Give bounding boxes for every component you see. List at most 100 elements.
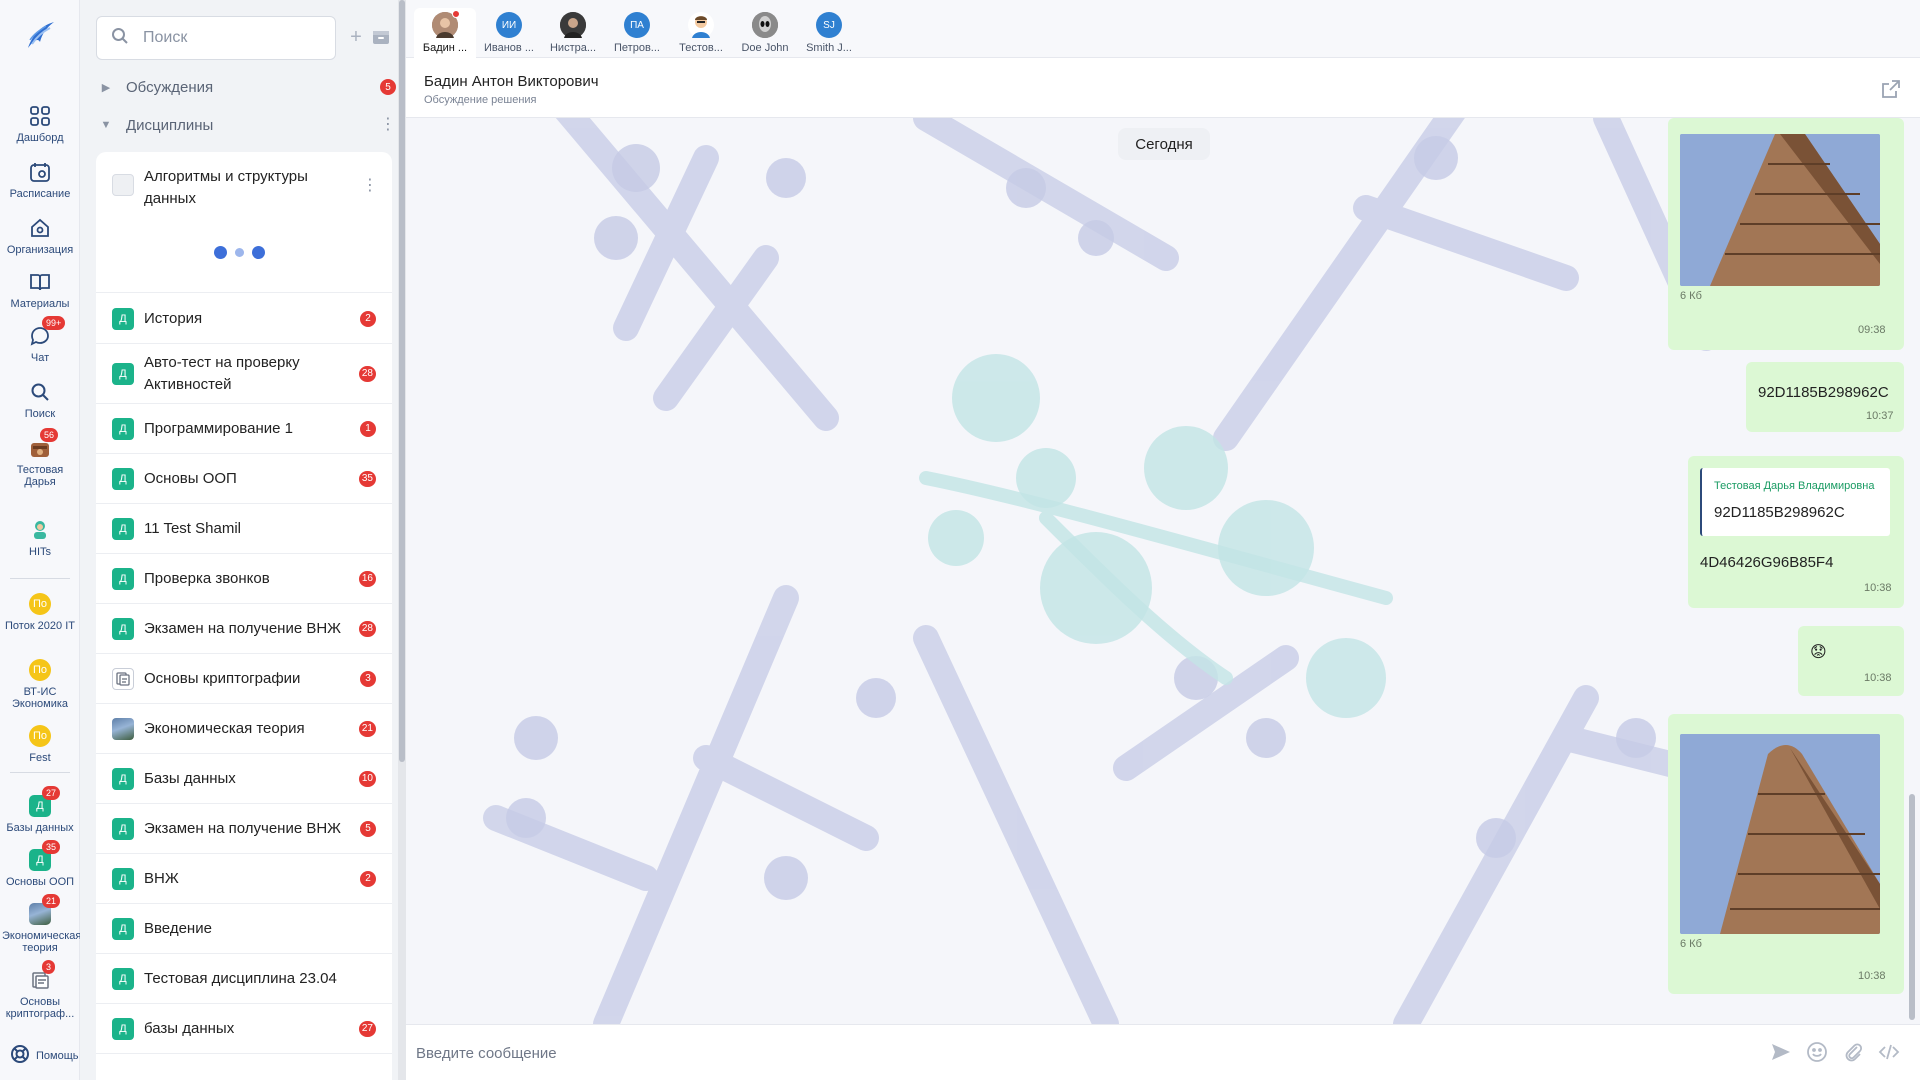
rail-item-schedule[interactable]: Расписание [0,160,80,200]
open-external-icon[interactable] [1880,78,1902,100]
stream-icon: По [28,658,52,682]
list-item[interactable]: Д Основы ООП 35 [96,454,392,504]
message-image-bubble[interactable]: 6 Кб 09:38 [1668,118,1904,350]
group-discussions[interactable]: ▶ Обсуждения 5 [96,72,396,102]
rail-label: Fest [29,752,51,764]
rail-item-materials[interactable]: Материалы [0,270,80,310]
rail-label: Тестовая Дарья [16,464,64,488]
discipline-badge: 35 [42,840,61,854]
discipline-icon: Д [112,917,134,940]
unread-badge: 1 [360,420,376,437]
profile-avatar-icon: 56 [28,428,59,460]
list-item[interactable]: Д Экзамен на получение ВНЖ 28 [96,604,392,654]
group-disciplines[interactable]: ▼ Дисциплины ⋮ [96,110,396,140]
discipline-icon: Д [112,417,134,440]
discipline-badge: 27 [42,786,61,800]
scrollbar-thumb[interactable] [399,0,405,762]
tab-label: Нистра... [549,42,597,54]
quoted-message[interactable]: Тестовая Дарья Владимировна 92D1185B2989… [1700,468,1890,536]
rail-item-oop[interactable]: Д 35 Основы ООП [0,840,80,888]
unread-badge: 16 [358,570,376,587]
rail-item-stream-2020[interactable]: По Поток 2020 IT [0,592,80,632]
rail-item-organization[interactable]: Организация [0,216,80,256]
message-emoji-bubble[interactable]: 😟 10:38 [1798,626,1904,696]
unread-badge: 28 [358,620,376,637]
chat-list-panel: Поиск + ▶ Обсуждения 5 ▼ Дисциплины ⋮ Ал… [80,0,406,1080]
rail-label: Поиск [24,408,56,420]
rail-item-vt-is[interactable]: По ВТ-ИС Экономика [0,658,80,710]
attach-icon[interactable] [1842,1041,1866,1065]
list-scrollbar[interactable] [398,0,406,1080]
tab-badin[interactable]: Бадин ... [414,8,476,58]
rail-divider [10,772,70,773]
list-item[interactable]: Д Экзамен на получение ВНЖ 5 [96,804,392,854]
code-icon[interactable] [1878,1041,1902,1065]
list-item[interactable]: Д История 2 [96,294,392,344]
stream-initials: По [29,659,51,681]
list-item[interactable]: Д Авто-тест на проверку Активностей 28 [96,344,392,404]
rail-item-chat[interactable]: 99+ Чат [0,316,80,364]
tab-ivanov[interactable]: ИИ Иванов ... [478,8,540,58]
more-vertical-icon[interactable]: ⋮ [380,117,396,133]
list-item-label: Базы данных [144,769,236,787]
avatar [688,12,714,38]
message-scrollbar[interactable] [1906,118,1918,1024]
search-box[interactable]: Поиск [96,16,336,60]
list-item[interactable]: Д ВНЖ 2 [96,854,392,904]
list-item-label: Основы ООП [144,469,237,487]
message-input[interactable] [416,1035,1766,1071]
message-image-bubble[interactable]: 6 Кб 10:38 [1668,714,1904,994]
chat-badge: 99+ [42,316,66,330]
more-vertical-icon[interactable]: ⋮ [362,178,378,194]
rail-item-crypto[interactable]: 3 Основы криптограф... [0,960,80,1020]
list-item[interactable]: Д Базы данных 10 [96,754,392,804]
emoji-icon[interactable] [1806,1041,1830,1065]
list-item[interactable]: Основы криптографии 3 [96,654,392,704]
tab-testova[interactable]: Тестов... [670,8,732,58]
group-label: Обсуждения [126,78,214,96]
rail-label: Дашборд [16,132,64,144]
discipline-icon: Д [112,617,134,640]
message-text-bubble[interactable]: 92D1185B298962C 10:37 [1746,362,1904,432]
rail-item-databases[interactable]: Д 27 Базы данных [0,786,80,834]
search-input[interactable]: Поиск [143,29,187,47]
unread-badge: 28 [358,365,376,382]
tab-petrov[interactable]: ПА Петров... [606,8,668,58]
avatar [432,10,460,38]
rail-item-search[interactable]: Поиск [0,380,80,420]
tab-doe-john[interactable]: Doe John [734,8,796,58]
list-item[interactable]: Д Программирование 1 1 [96,404,392,454]
list-item[interactable]: Д Проверка звонков 16 [96,554,392,604]
list-item[interactable]: Д базы данных 27 [96,1004,392,1054]
list-item[interactable]: Д 11 Test Shamil [96,504,392,554]
list-item[interactable]: Экономическая теория 21 [96,704,392,754]
unread-badge: 2 [360,310,376,327]
tab-smith[interactable]: SJ Smith J... [798,8,860,58]
document-icon [112,667,134,690]
list-item[interactable]: Д Тестовая дисциплина 23.04 [96,954,392,1004]
chevron-down-icon: ▼ [100,119,112,131]
archive-icon[interactable] [372,28,392,48]
scrollbar-thumb[interactable] [1909,794,1915,1020]
list-item-label: Введение [144,919,212,937]
attachment-size: 6 Кб [1680,938,1702,950]
discipline-badge: 3 [42,960,56,974]
list-item-label: базы данных [144,1019,235,1037]
rail-item-hits[interactable]: HITs [0,518,80,558]
lifebuoy-icon [10,1044,30,1067]
building-photo[interactable] [1680,734,1880,934]
rail-item-fest[interactable]: По Fest [0,724,80,764]
app-logo-icon[interactable] [22,18,58,54]
building-photo[interactable] [1680,134,1880,286]
list-item[interactable]: Д Введение [96,904,392,954]
pinned-discipline[interactable]: Алгоритмы и структуры данных ⋮ [96,152,392,293]
message-reply-bubble[interactable]: Тестовая Дарья Владимировна 92D1185B2989… [1688,456,1904,608]
rail-item-economics[interactable]: 21 Экономическая теория [0,894,81,954]
tab-nistra[interactable]: Нистра... [542,8,604,58]
help-button[interactable]: Помощь [10,1044,79,1067]
add-icon[interactable]: + [346,27,366,48]
send-icon[interactable] [1770,1041,1794,1065]
rail-item-profile[interactable]: 56 Тестовая Дарья [0,428,80,488]
rail-item-dashboard[interactable]: Дашборд [0,104,80,144]
chat-icon: 99+ [28,316,66,348]
